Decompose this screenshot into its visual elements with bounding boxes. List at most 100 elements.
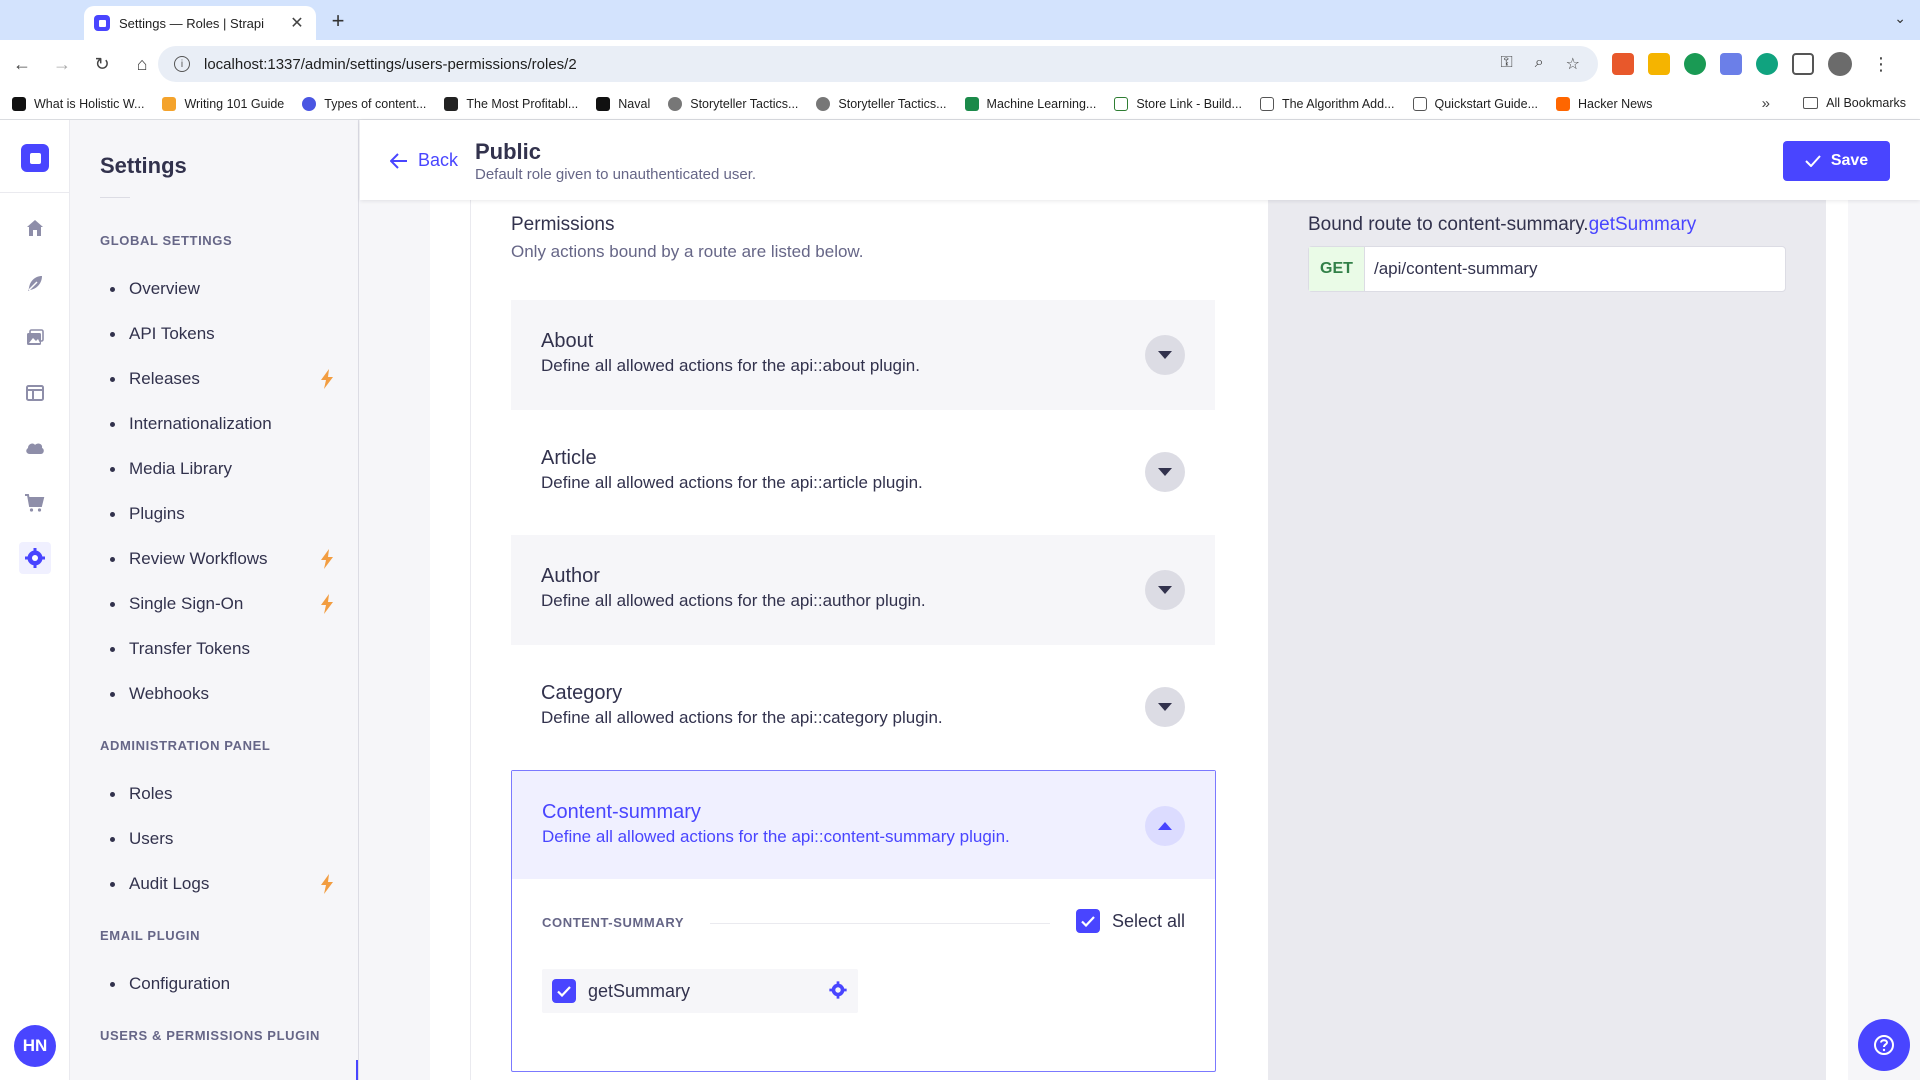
chevron-down-icon[interactable] bbox=[1145, 335, 1185, 375]
subnav-item-transfer-tokens[interactable]: Transfer Tokens bbox=[110, 632, 350, 666]
extension-icon[interactable] bbox=[1648, 53, 1670, 75]
subnav-item-users[interactable]: Users bbox=[110, 822, 350, 856]
layout-icon[interactable] bbox=[19, 377, 51, 409]
bullet-icon bbox=[110, 646, 115, 652]
subnav-item-plugins[interactable]: Plugins bbox=[110, 497, 350, 531]
folder-icon bbox=[1803, 97, 1819, 109]
cart-icon[interactable] bbox=[19, 487, 51, 519]
accordion-description: Define all allowed actions for the api::… bbox=[541, 473, 923, 492]
subnav-item-releases[interactable]: Releases bbox=[110, 362, 350, 396]
bookmark-star-icon[interactable]: ☆ bbox=[1566, 54, 1580, 74]
action-get-summary[interactable]: getSummary bbox=[542, 969, 858, 1013]
bookmark-item[interactable]: Storyteller Tactics... bbox=[816, 96, 947, 111]
cog-icon[interactable] bbox=[828, 980, 848, 1000]
subnav-item-webhooks[interactable]: Webhooks bbox=[110, 677, 350, 711]
subnav-item-api-tokens[interactable]: API Tokens bbox=[110, 317, 350, 351]
accordion-description: Define all allowed actions for the api::… bbox=[541, 356, 920, 375]
save-button[interactable]: Save bbox=[1783, 141, 1890, 181]
reload-icon[interactable]: ↻ bbox=[84, 46, 120, 82]
bookmark-item[interactable]: The Most Profitabl... bbox=[444, 96, 578, 111]
bullet-icon bbox=[110, 791, 115, 797]
bookmark-item[interactable]: What is Holistic W... bbox=[12, 96, 144, 111]
strapi-logo[interactable] bbox=[21, 144, 49, 172]
route-display: GET /api/content-summary bbox=[1308, 246, 1786, 292]
chevron-up-icon[interactable] bbox=[1145, 806, 1185, 846]
main-navigation: HN bbox=[0, 120, 70, 1080]
more-vert-icon[interactable]: ⋮ bbox=[1872, 54, 1890, 75]
bookmark-item[interactable]: Naval bbox=[596, 96, 650, 111]
settings-icon[interactable] bbox=[19, 542, 51, 574]
page-title: Public bbox=[475, 139, 542, 164]
puzzle-extensions-icon[interactable] bbox=[1792, 53, 1814, 75]
page-subtitle: Default role given to unauthenticated us… bbox=[475, 166, 757, 183]
zoom-icon[interactable]: ⌕ bbox=[1535, 54, 1544, 74]
media-icon[interactable] bbox=[19, 322, 51, 354]
bookmark-favicon-icon bbox=[12, 96, 26, 111]
bookmark-item[interactable]: Storyteller Tactics... bbox=[668, 96, 798, 111]
subnav-item-audit-logs[interactable]: Audit Logs bbox=[110, 867, 350, 901]
all-bookmarks-button[interactable]: All Bookmarks bbox=[1803, 96, 1906, 110]
extension-icon[interactable] bbox=[1756, 53, 1778, 75]
user-avatar[interactable]: HN bbox=[14, 1025, 56, 1067]
browser-tab-strip: Settings — Roles | Strapi ✕ + ⌄ bbox=[0, 0, 1920, 40]
extension-icon[interactable] bbox=[1684, 53, 1706, 75]
bullet-icon bbox=[110, 881, 115, 887]
key-icon[interactable]: ⚿ bbox=[1501, 54, 1513, 74]
chevron-down-icon[interactable] bbox=[1145, 687, 1185, 727]
home-button-icon[interactable]: ⌂ bbox=[124, 46, 160, 82]
home-icon[interactable] bbox=[19, 212, 51, 244]
help-button[interactable] bbox=[1858, 1019, 1910, 1071]
bookmark-favicon-icon bbox=[1412, 96, 1427, 111]
close-tab-icon[interactable]: ✕ bbox=[288, 13, 306, 33]
profile-avatar[interactable] bbox=[1828, 52, 1852, 76]
bookmark-item[interactable]: Hacker News bbox=[1556, 96, 1652, 111]
subnav-item-media-library[interactable]: Media Library bbox=[110, 452, 350, 486]
subnav-item-review-workflows[interactable]: Review Workflows bbox=[110, 542, 350, 576]
strapi-admin: HN Settings GLOBAL SETTINGS Overview API… bbox=[0, 120, 1920, 1080]
feather-icon[interactable] bbox=[19, 267, 51, 299]
bound-route-panel: Bound route to content-summary.getSummar… bbox=[1268, 200, 1826, 1080]
accordion-about[interactable]: About Define all allowed actions for the… bbox=[511, 300, 1215, 410]
checkbox-checked-icon[interactable] bbox=[1075, 909, 1100, 933]
address-bar[interactable]: i localhost:1337/admin/settings/users-pe… bbox=[158, 46, 1598, 82]
route-path: /api/content-summary bbox=[1374, 259, 1538, 278]
subnav-item-roles[interactable]: Roles bbox=[110, 777, 350, 811]
section-label-global-settings: GLOBAL SETTINGS bbox=[100, 233, 233, 248]
more-bookmarks-chevron-icon[interactable]: » bbox=[1762, 95, 1770, 112]
bookmark-favicon-icon bbox=[444, 96, 459, 111]
bullet-icon bbox=[110, 836, 115, 842]
bookmark-item[interactable]: The Algorithm Add... bbox=[1259, 96, 1395, 111]
bookmark-item[interactable]: Machine Learning... bbox=[964, 96, 1096, 111]
bookmark-item[interactable]: Quickstart Guide... bbox=[1412, 96, 1538, 111]
site-info-icon[interactable]: i bbox=[174, 56, 190, 72]
cloud-icon[interactable] bbox=[19, 432, 51, 464]
chevron-down-icon[interactable] bbox=[1145, 452, 1185, 492]
back-arrow-icon[interactable]: ← bbox=[4, 46, 40, 82]
bullet-icon bbox=[110, 511, 115, 517]
section-label-administration-panel: ADMINISTRATION PANEL bbox=[100, 738, 271, 753]
new-tab-button[interactable]: + bbox=[324, 8, 352, 34]
browser-tab[interactable]: Settings — Roles | Strapi ✕ bbox=[84, 6, 316, 40]
forward-arrow-icon[interactable]: → bbox=[44, 46, 80, 82]
bookmark-item[interactable]: Store Link - Build... bbox=[1114, 96, 1242, 111]
accordion-author[interactable]: Author Define all allowed actions for th… bbox=[511, 535, 1215, 645]
select-all-checkbox[interactable]: Select all bbox=[1075, 909, 1185, 933]
accordion-article[interactable]: Article Define all allowed actions for t… bbox=[511, 417, 1215, 527]
permissions-title: Permissions bbox=[511, 214, 615, 235]
permissions-description: Only actions bound by a route are listed… bbox=[511, 242, 864, 261]
checkbox-checked-icon[interactable] bbox=[552, 979, 576, 1003]
accordion-category[interactable]: Category Define all allowed actions for … bbox=[511, 652, 1215, 762]
subnav-item-overview[interactable]: Overview bbox=[110, 272, 350, 306]
back-link[interactable]: Back bbox=[390, 150, 458, 171]
subnav-item-single-sign-on[interactable]: Single Sign-On bbox=[110, 587, 350, 621]
accordion-description: Define all allowed actions for the api::… bbox=[541, 591, 926, 610]
accordion-header[interactable]: Content-summary Define all allowed actio… bbox=[512, 771, 1215, 879]
chevron-down-icon[interactable] bbox=[1145, 570, 1185, 610]
subnav-item-internationalization[interactable]: Internationalization bbox=[110, 407, 350, 441]
bookmark-item[interactable]: Writing 101 Guide bbox=[162, 96, 284, 111]
tab-search-chevron-icon[interactable]: ⌄ bbox=[1894, 10, 1906, 27]
subnav-item-configuration[interactable]: Configuration bbox=[110, 967, 350, 1001]
bookmark-item[interactable]: Types of content... bbox=[302, 96, 426, 111]
extension-icon[interactable] bbox=[1720, 53, 1742, 75]
extension-icon[interactable] bbox=[1612, 53, 1634, 75]
